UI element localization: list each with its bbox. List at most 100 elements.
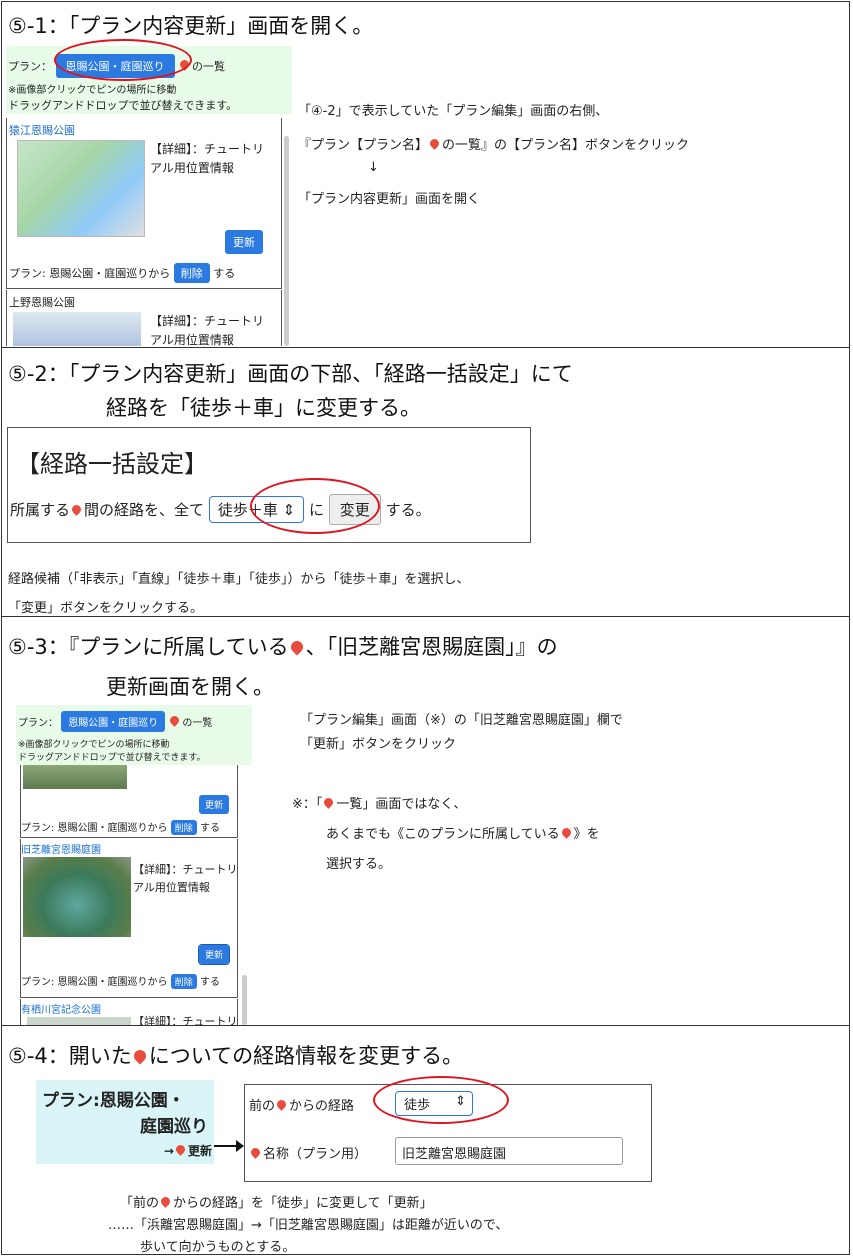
update-link-label: 更新 — [187, 1144, 212, 1158]
section-heading-2: 経路を「徒歩＋車」に変更する。 — [106, 396, 421, 420]
plan-label: プラン： — [18, 718, 58, 729]
update-button[interactable]: 更新 — [197, 944, 231, 965]
plan-title-line-2: 庭園巡り — [140, 1117, 208, 1137]
box-prefix: 所属する — [10, 501, 71, 519]
note-line-1: 「④-2」で表示していた「プラン編集」画面の右側、 — [298, 104, 609, 119]
note-line-2: 『プラン【プラン名】 の一覧』の【プラン名】ボタンをクリック — [298, 134, 689, 153]
note-line-2: ……「浜離宮恩賜庭園」→「旧芝離宮恩賜庭園」は距離が近いので、 — [108, 1218, 509, 1233]
remove-suffix: する — [199, 823, 220, 834]
item-detail: 【詳細】：チュートリ — [150, 142, 265, 156]
list-item: 更新 プラン: 恩賜公園・庭園巡りから 削除 する — [20, 765, 238, 838]
scrollbar[interactable] — [284, 136, 289, 346]
pin-icon — [428, 137, 441, 150]
section-heading: ⑤-3：『プランに所属している 、「旧芝離宮恩賜庭園」』の — [8, 631, 558, 661]
label-text: からの経路 — [289, 1099, 355, 1114]
heading-text: ⑤-3：『プランに所属している — [8, 635, 289, 659]
name-label: 名称（プラン用） — [263, 1147, 368, 1162]
item-detail: 【詳細】：チュートリ — [150, 314, 265, 328]
remove-text: プラン: 恩賜公園・庭園巡りから — [21, 977, 168, 988]
note-text: からの経路」を「徒歩」に変更して「更新」 — [173, 1196, 433, 1211]
note-text: の一覧』の【プラン名】ボタンをクリック — [442, 138, 690, 153]
update-button[interactable]: 更新 — [225, 230, 263, 254]
box-title: 【経路一括設定】 — [16, 450, 208, 478]
plan-label: プラン： — [8, 60, 52, 73]
remove-text: プラン: 恩賜公園・庭園巡りから — [21, 823, 168, 834]
remove-suffix: する — [213, 267, 236, 280]
hint-line-2: ドラッグアンドドロップで並び替えできます。 — [8, 99, 238, 112]
item-detail-2: アル用位置情報 — [150, 333, 234, 347]
plan-header: プラン： 恩賜公園・庭園巡り の一覧 ※画像部クリックでピンの場所に移動 ドラッ… — [16, 705, 252, 765]
item-title[interactable]: 有栖川宮記念公園 — [21, 1001, 101, 1016]
park-photo-image[interactable] — [27, 1017, 131, 1025]
plan-name-button[interactable]: 恩賜公園・庭園巡り — [61, 711, 166, 732]
section-5-3: ⑤-3：『プランに所属している 、「旧芝離宮恩賜庭園」』の 更新画面を開く。 プラ… — [1, 616, 850, 1026]
highlight-circle — [54, 39, 192, 81]
list-item: 上野恩賜公園 【詳細】：チュートリ アル用位置情報 — [6, 290, 282, 347]
item-title[interactable]: 旧芝離宮恩賜庭園 — [21, 841, 101, 856]
section-5-1: ⑤-1：「プラン内容更新」画面を開く。 プラン： 恩賜公園・庭園巡り の一覧 ※… — [1, 1, 850, 348]
note-line-2: 「変更」ボタンをクリックする。 — [8, 601, 204, 616]
list-item: 旧芝離宮恩賜庭園 【詳細】：チュートリ アル用位置情報 更新 プラン: 恩賜公園… — [20, 839, 238, 998]
note-text: あくまでも《このプランに所属している — [326, 827, 560, 842]
pin-icon — [70, 503, 83, 516]
item-detail-2: アル用位置情報 — [133, 881, 210, 894]
note-line-4: あくまでも《このプランに所属している 》を — [326, 823, 600, 842]
note-text: 『プラン【プラン名】 — [298, 138, 429, 153]
pin-icon — [168, 714, 182, 727]
box-mid: 間の経路を、全て — [84, 501, 205, 519]
pin-icon — [131, 1047, 149, 1065]
park-photo-image[interactable] — [23, 765, 127, 789]
item-title[interactable]: 猿江恩賜公園 — [9, 122, 75, 138]
note-line-1: 「プラン編集」画面（※）の「旧芝離宮恩賜庭園」欄で — [300, 713, 623, 728]
section-heading: ⑤-2：「プラン内容更新」画面の下部、「経路一括設定」にて — [8, 362, 573, 386]
arrow-down: ↓ — [368, 160, 379, 175]
pin-icon — [249, 1146, 262, 1159]
garden-aerial-image[interactable] — [23, 857, 131, 937]
heading-text: 、「旧芝離宮恩賜庭園」』の — [305, 635, 558, 659]
remove-button[interactable]: 削除 — [173, 263, 210, 283]
note-text: 一覧」画面ではなく、 — [336, 797, 467, 812]
pin-icon — [288, 638, 306, 656]
highlight-circle — [250, 478, 380, 534]
park-map-image[interactable] — [17, 140, 145, 237]
remove-suffix: する — [199, 977, 220, 988]
name-input[interactable]: 旧芝離宮恩賜庭園 — [395, 1137, 623, 1165]
scrollbar[interactable] — [242, 975, 247, 1025]
note-text: 》を — [573, 827, 600, 842]
remove-button[interactable]: 削除 — [170, 820, 197, 835]
note-line-3: 「プラン内容更新」画面を開く — [298, 192, 481, 207]
label-text: 前の — [249, 1099, 276, 1114]
remove-text: プラン: 恩賜公園・庭園巡りから — [9, 267, 171, 280]
section-5-2: ⑤-2：「プラン内容更新」画面の下部、「経路一括設定」にて 経路を「徒歩＋車」に… — [1, 347, 850, 617]
list-item: 有栖川宮記念公園 【詳細】：チュートリ — [20, 999, 238, 1025]
plan-panel: プラン： 恩賜公園・庭園巡り の一覧 ※画像部クリックでピンの場所に移動 ドラッ… — [16, 705, 252, 1025]
section-heading-2: 更新画面を開く。 — [106, 675, 274, 699]
note-line-2: 「更新」ボタンをクリック — [300, 737, 457, 752]
heading-text: ⑤-4：開いた — [8, 1044, 132, 1068]
park-photo-image[interactable] — [13, 312, 141, 346]
list-item: 猿江恩賜公園 【詳細】：チュートリ アル用位置情報 更新 プラン: 恩賜公園・庭… — [6, 118, 282, 289]
note-line-1: 経路候補（「非表示」「直線」「徒歩＋車」「徒歩」）から「徒歩＋車」を選択し、 — [8, 572, 470, 587]
plan-panel: プラン： 恩賜公園・庭園巡り の一覧 ※画像部クリックでピンの場所に移動 ドラッ… — [6, 46, 292, 347]
item-detail-2: アル用位置情報 — [150, 161, 234, 175]
plan-title-card: プラン:恩賜公園・ 庭園巡り → 更新 — [36, 1080, 214, 1164]
arrow-right-icon: → — [163, 1144, 174, 1158]
item-title[interactable]: 上野恩賜公園 — [9, 294, 75, 310]
name-input-value: 旧芝離宮恩賜庭園 — [402, 1147, 507, 1162]
hint-line-2: ドラッグアンドドロップで並び替えできます。 — [18, 753, 206, 763]
section-5-4: ⑤-4：開いた についての経路情報を変更する。 プラン:恩賜公園・ 庭園巡り → 更… — [1, 1025, 850, 1255]
update-button[interactable]: 更新 — [199, 795, 230, 814]
pin-icon — [174, 1143, 187, 1156]
pin-icon — [159, 1195, 172, 1208]
update-link[interactable]: → 更新 — [164, 1142, 212, 1159]
plan-list-label: の一覧 — [182, 718, 213, 729]
hint-line-1: ※画像部クリックでピンの場所に移動 — [18, 740, 170, 750]
route-label: 前の からの経路 — [249, 1095, 354, 1114]
highlight-circle — [373, 1076, 509, 1124]
note-line-1: 「前の からの経路」を「徒歩」に変更して「更新」 — [120, 1192, 433, 1211]
plan-title-line-1: プラン:恩賜公園・ — [42, 1091, 185, 1111]
plan-list-label: の一覧 — [192, 60, 225, 73]
note-text: ※：「 — [292, 797, 323, 812]
note-line-3: ※：「 一覧」画面ではなく、 — [292, 793, 466, 812]
remove-button[interactable]: 削除 — [170, 974, 197, 989]
